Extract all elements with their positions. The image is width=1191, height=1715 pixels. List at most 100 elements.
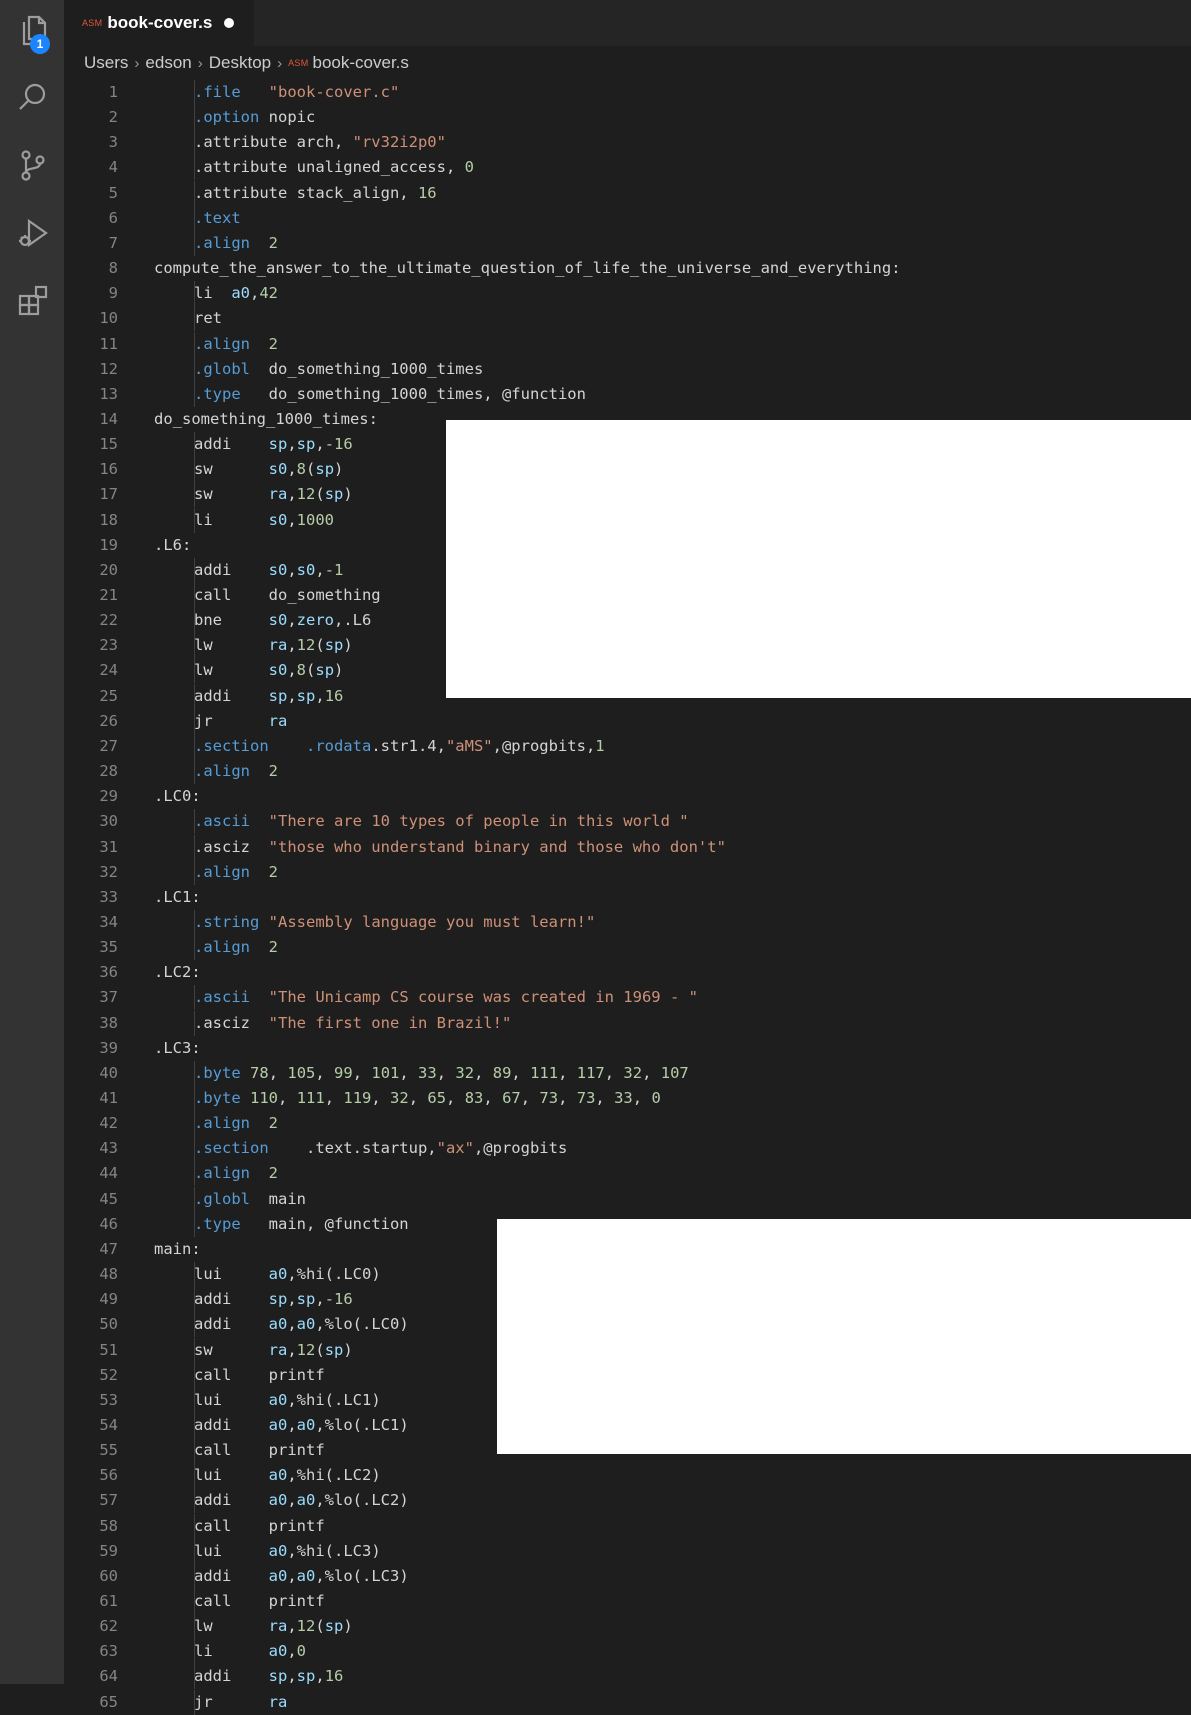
code-token: .attribute unaligned_access, — [194, 158, 465, 177]
code-token: 16 — [417, 183, 437, 202]
code-line[interactable]: 37 .ascii "The Unicamp CS course was crea… — [64, 985, 1191, 1011]
code-token: 12 — [296, 485, 316, 504]
code-token: .text — [194, 208, 241, 227]
code-line[interactable]: 12 .globl do_something_1000_times — [64, 356, 1191, 382]
code-token: .attribute stack_align, — [194, 183, 418, 202]
code-line[interactable]: 33 .LC1: — [64, 885, 1191, 910]
code-line[interactable]: 29 .LC0: — [64, 784, 1191, 809]
code-line[interactable]: 62 lw ra,12(sp) — [64, 1614, 1191, 1640]
line-number: 53 — [99, 1390, 118, 1409]
code-token: call printf — [194, 1592, 325, 1610]
line-number: 21 — [99, 586, 118, 604]
code-line[interactable]: 8 compute_the_answer_to_the_ultimate_ques… — [64, 256, 1191, 281]
line-number: 65 — [99, 1692, 118, 1711]
code-line[interactable]: 40 .byte 78, 105, 99, 101, 33, 32, 89, 11… — [64, 1060, 1191, 1086]
code-line[interactable]: 13 .type do_something_1000_times, @functi… — [64, 381, 1191, 407]
code-token: sw — [194, 485, 269, 504]
code-line[interactable]: 38 .asciz "The first one in Brazil!" — [64, 1010, 1191, 1036]
code-line[interactable]: 41 .byte 110, 111, 119, 32, 65, 83, 67, 7… — [64, 1086, 1191, 1111]
code-token: 2 — [268, 334, 279, 353]
code-token: sp — [324, 636, 344, 655]
line-number: 56 — [99, 1466, 118, 1485]
breadcrumb-item-users[interactable]: Users — [84, 53, 128, 73]
code-line[interactable]: 61 call printf — [64, 1589, 1191, 1614]
code-text: .asciz "those who understand binary and … — [194, 835, 726, 860]
code-line[interactable]: 26 jr ra — [64, 708, 1191, 734]
code-line[interactable]: 27 .section .rodata.str1.4,"aMS",@progbit… — [64, 733, 1191, 759]
code-line[interactable]: 36 .LC2: — [64, 960, 1191, 985]
code-line[interactable]: 6 .text — [64, 205, 1191, 231]
code-line[interactable]: 63 li a0,0 — [64, 1639, 1191, 1665]
run-debug-icon[interactable] — [16, 216, 50, 250]
code-line[interactable]: 60 addi a0,a0,%lo(.LC3) — [64, 1563, 1191, 1589]
code-line[interactable]: 57 addi a0,a0,%lo(.LC2) — [64, 1488, 1191, 1514]
code-line[interactable]: 56 lui a0,%hi(.LC2) — [64, 1463, 1191, 1489]
code-token: 16 — [324, 1667, 344, 1686]
code-token: ret — [194, 309, 222, 328]
code-line[interactable]: 42 .align 2 — [64, 1111, 1191, 1137]
code-token: "Assembly language you must learn!" — [268, 912, 596, 931]
code-line[interactable]: 2 .option nopic — [64, 105, 1191, 131]
line-number: 17 — [99, 485, 118, 504]
code-token: a0 — [296, 1491, 316, 1510]
code-line[interactable]: 35 .align 2 — [64, 935, 1191, 961]
breadcrumb-item-edson[interactable]: edson — [145, 53, 191, 73]
code-token: ( — [315, 636, 325, 655]
line-number: 9 — [108, 284, 118, 303]
code-token: addi — [194, 435, 269, 454]
code-token: addi — [194, 686, 269, 705]
code-text: li a0,0 — [194, 1639, 306, 1664]
code-line[interactable]: 39 .LC3: — [64, 1036, 1191, 1061]
code-line[interactable]: 1 .file "book-cover.c" — [64, 80, 1191, 105]
asm-file-icon: ASM — [288, 58, 309, 68]
search-icon[interactable] — [16, 80, 50, 114]
code-token: ) — [334, 460, 344, 479]
code-line[interactable]: 28 .align 2 — [64, 759, 1191, 785]
code-token: ,.L6 — [334, 611, 372, 630]
code-text: lw ra,12(sp) — [194, 633, 353, 658]
code-token: sp — [268, 435, 288, 454]
code-token: 32 — [623, 1063, 643, 1082]
code-token: 65 — [427, 1089, 447, 1107]
code-line[interactable]: 7 .align 2 — [64, 230, 1191, 256]
line-number: 16 — [99, 460, 118, 479]
code-line[interactable]: 31 .asciz "those who understand binary an… — [64, 834, 1191, 860]
code-line[interactable]: 10 ret — [64, 306, 1191, 332]
code-token: sp — [324, 1617, 344, 1636]
code-token: .L6: — [154, 535, 192, 554]
code-line[interactable]: 3 .attribute arch, "rv32i2p0" — [64, 130, 1191, 156]
code-line[interactable]: 30 .ascii "There are 10 types of people i… — [64, 809, 1191, 835]
line-number: 38 — [99, 1013, 118, 1032]
code-line[interactable]: 58 call printf — [64, 1513, 1191, 1539]
code-line[interactable]: 45 .globl main — [64, 1186, 1191, 1212]
code-token: , — [287, 686, 297, 705]
breadcrumb-item-file[interactable]: book-cover.s — [313, 53, 409, 73]
code-line[interactable]: 64 addi sp,sp,16 — [64, 1664, 1191, 1690]
tab-book-cover[interactable]: ASM book-cover.s — [64, 0, 254, 46]
code-line[interactable]: 32 .align 2 — [64, 859, 1191, 885]
code-line[interactable]: 44 .align 2 — [64, 1161, 1191, 1187]
code-token: 8 — [296, 661, 307, 680]
code-text: call printf — [194, 1589, 325, 1614]
source-control-icon[interactable] — [16, 148, 50, 182]
breadcrumb-item-desktop[interactable]: Desktop — [209, 53, 271, 73]
line-number: 15 — [99, 435, 118, 454]
code-line[interactable]: 5 .attribute stack_align, 16 — [64, 180, 1191, 206]
code-line[interactable]: 9 li a0,42 — [64, 281, 1191, 307]
code-token: sp — [324, 485, 344, 504]
code-line[interactable]: 65 jr ra — [64, 1689, 1191, 1715]
unsaved-dot-icon[interactable] — [224, 18, 235, 28]
code-token: 2 — [268, 938, 279, 957]
code-token: sp — [296, 1667, 316, 1686]
code-line[interactable]: 11 .align 2 — [64, 331, 1191, 357]
code-line[interactable]: 43 .section .text.startup,"ax",@progbits — [64, 1136, 1191, 1162]
extensions-icon[interactable] — [16, 284, 50, 318]
code-line[interactable]: 59 lui a0,%hi(.LC3) — [64, 1538, 1191, 1564]
code-token: a0 — [296, 1315, 316, 1334]
code-line[interactable]: 4 .attribute unaligned_access, 0 — [64, 155, 1191, 181]
line-number: 43 — [99, 1139, 118, 1158]
code-line[interactable]: 34 .string "Assembly language you must le… — [64, 909, 1191, 935]
code-text: addi a0,a0,%lo(.LC2) — [194, 1488, 409, 1513]
code-text: .attribute arch, "rv32i2p0" — [194, 130, 446, 155]
